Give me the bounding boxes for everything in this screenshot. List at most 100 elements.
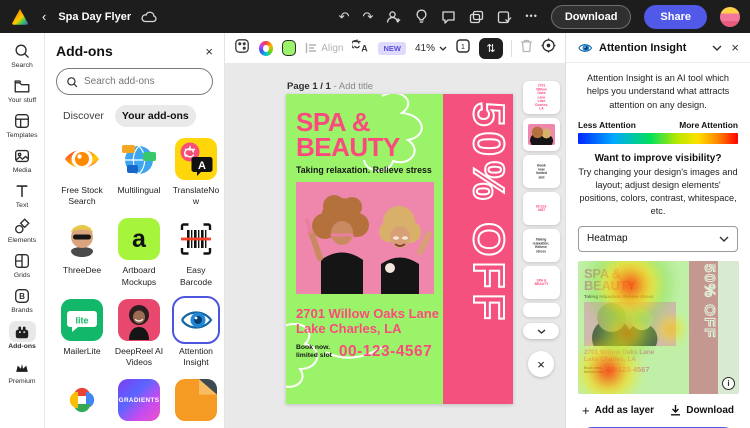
undo-icon[interactable]: ↶ bbox=[339, 10, 350, 23]
heatmap-blobs-overlay bbox=[578, 261, 739, 394]
app-tile-free-stock-search[interactable]: Free Stock Search bbox=[56, 138, 108, 207]
align-control[interactable]: Align bbox=[305, 42, 343, 54]
svg-text:A: A bbox=[198, 160, 206, 172]
sidebar-item-text[interactable]: Text bbox=[0, 177, 45, 212]
layer-thumbnail[interactable]: Taking relaxation. Relieve stress bbox=[523, 229, 560, 262]
flyer-booking-note: Book now. limited slot bbox=[296, 344, 332, 360]
add-ons-grid: Free Stock Search Multilingual bbox=[56, 138, 213, 428]
flyer-offer-text[interactable]: 50% OFF bbox=[443, 94, 513, 404]
insight-close-icon[interactable]: × bbox=[731, 40, 739, 55]
add-as-layer-button[interactable]: + Add as layer bbox=[582, 403, 654, 418]
plus-icon: + bbox=[582, 403, 590, 418]
svg-text:lite: lite bbox=[75, 315, 88, 325]
collapse-chevron-icon[interactable] bbox=[712, 45, 722, 51]
templates-icon bbox=[13, 111, 31, 131]
download-button[interactable]: Download bbox=[551, 5, 632, 29]
layer-thumbnail[interactable]: SPA & BEAUTY bbox=[523, 266, 560, 299]
sidebar-item-add-ons[interactable]: Add-ons bbox=[0, 317, 45, 353]
layer-thumbnail[interactable]: Book now. limited slot bbox=[523, 155, 560, 188]
app-tile-multilingual[interactable]: Multilingual bbox=[113, 138, 165, 207]
flyer-offer-section[interactable]: 50% OFF bbox=[443, 94, 513, 404]
sidebar-item-grids[interactable]: Grids bbox=[0, 247, 45, 282]
flyer-left-section[interactable]: SPA & BEAUTY Taking relaxation. Relieve … bbox=[286, 94, 443, 404]
mailerlite-icon: lite bbox=[61, 299, 103, 341]
zoom-control[interactable]: 41% bbox=[415, 43, 447, 54]
layer-thumbnail[interactable]: 2701 Willow Oaks Lane Lake Charles, LA bbox=[523, 81, 560, 114]
flyer-headline-line1[interactable]: SPA & bbox=[296, 110, 443, 135]
add-ons-panel: Add-ons × Discover Your add-ons bbox=[45, 33, 225, 428]
flyer-headline-line2[interactable]: BEAUTY bbox=[296, 135, 443, 160]
attention-insight-panel: Attention Insight × Attention Insight is… bbox=[565, 33, 750, 428]
fill-color-swatch[interactable] bbox=[282, 40, 297, 56]
user-avatar[interactable] bbox=[720, 7, 740, 27]
more-options-icon[interactable]: ••• bbox=[525, 12, 537, 21]
page-title-hint[interactable]: - Add title bbox=[333, 81, 373, 92]
brands-icon: B bbox=[13, 286, 31, 306]
ideas-lightbulb-icon[interactable] bbox=[415, 9, 428, 24]
heatmap-preview[interactable]: SPA & BEAUTY Taking relaxation. Relieve … bbox=[578, 261, 739, 394]
app-tile-attention-insight[interactable]: Attention Insight bbox=[170, 299, 222, 368]
redo-icon[interactable]: ↷ bbox=[363, 10, 374, 23]
new-badge: NEW bbox=[378, 42, 406, 55]
app-tile-deepreel[interactable]: DeepReel AI Videos bbox=[113, 299, 165, 368]
sidebar-item-templates[interactable]: Templates bbox=[0, 107, 45, 142]
sidebar-item-brands[interactable]: B Brands bbox=[0, 282, 45, 317]
multilingual-icon bbox=[118, 138, 160, 180]
share-button[interactable]: Share bbox=[644, 5, 707, 29]
sidebar-item-search[interactable]: Search bbox=[0, 37, 45, 72]
canvas-area: Align A NEW 41% 1 ⇅ bbox=[225, 33, 565, 428]
layers-scroll-down-button[interactable] bbox=[523, 323, 559, 339]
app-window: ‹ Spa Day Flyer ↶ ↷ bbox=[0, 0, 750, 428]
layers-close-button[interactable]: × bbox=[528, 351, 554, 377]
color-wheel-icon[interactable] bbox=[259, 41, 273, 56]
chevron-down-icon bbox=[537, 329, 546, 334]
layer-thumbnail[interactable]: 00-123-4567 bbox=[523, 192, 560, 225]
page-number-icon[interactable]: 1 bbox=[455, 38, 471, 59]
attention-insight-logo-icon bbox=[577, 40, 593, 56]
scale-label-more: More Attention bbox=[679, 120, 738, 130]
app-tile-threedee[interactable]: ThreeDee bbox=[56, 218, 108, 287]
app-tile-mailerlite[interactable]: lite MailerLite bbox=[56, 299, 108, 368]
free-stock-search-icon bbox=[61, 138, 103, 180]
flyer-subline[interactable]: Taking relaxation. Relieve stress bbox=[296, 165, 443, 175]
app-tile-artboard-mockups[interactable]: a Artboard Mockups bbox=[113, 218, 165, 287]
tab-discover[interactable]: Discover bbox=[56, 105, 111, 127]
add-ons-search[interactable] bbox=[56, 68, 213, 95]
app-tile-easy-barcode[interactable]: Easy Barcode bbox=[170, 218, 222, 287]
add-ons-search-input[interactable] bbox=[84, 76, 194, 87]
sidebar-item-elements[interactable]: Elements bbox=[0, 212, 45, 247]
flyer-photo[interactable] bbox=[296, 182, 434, 294]
app-tile-translatenow[interactable]: A TranslateNow bbox=[170, 138, 222, 207]
tab-your-add-ons[interactable]: Your add-ons bbox=[115, 105, 196, 127]
add-page-target-icon[interactable] bbox=[541, 38, 556, 58]
add-ons-panel-title: Add-ons bbox=[56, 43, 113, 59]
flyer-design[interactable]: SPA & BEAUTY Taking relaxation. Relieve … bbox=[286, 94, 513, 404]
shuffle-dice-icon[interactable] bbox=[234, 38, 250, 59]
app-tile-gradients[interactable]: GRADIENTS Gradients bbox=[113, 379, 165, 428]
info-icon[interactable]: i bbox=[722, 377, 735, 390]
sidebar-item-premium[interactable]: Premium bbox=[0, 353, 45, 388]
sidebar-item-your-stuff[interactable]: Your stuff bbox=[0, 72, 45, 107]
reorder-pages-button[interactable]: ⇅ bbox=[479, 38, 503, 59]
schedule-check-icon[interactable] bbox=[497, 10, 512, 24]
top-bar: ‹ Spa Day Flyer ↶ ↷ bbox=[0, 0, 750, 33]
heatmap-download-button[interactable]: Download bbox=[670, 403, 734, 418]
duplicates-icon[interactable] bbox=[469, 10, 484, 24]
folder-icon bbox=[13, 76, 31, 96]
sidebar-item-media[interactable]: Media bbox=[0, 142, 45, 177]
add-ons-close-icon[interactable]: × bbox=[205, 44, 213, 59]
layer-thumbnail[interactable] bbox=[523, 118, 560, 151]
download-icon bbox=[670, 404, 681, 416]
flyer-phone[interactable]: 00-123-4567 bbox=[339, 343, 432, 361]
view-mode-select[interactable]: Heatmap bbox=[578, 226, 738, 252]
back-button[interactable]: ‹ bbox=[40, 10, 48, 23]
app-tile-simple-booklet[interactable]: Simple Booklet bbox=[170, 379, 222, 428]
translate-text-icon[interactable]: A bbox=[352, 38, 369, 58]
invite-people-icon[interactable] bbox=[386, 10, 402, 24]
app-tile-google-photos[interactable]: Google Photos bbox=[56, 379, 108, 428]
comment-icon[interactable] bbox=[441, 10, 456, 24]
toolbar-divider bbox=[511, 40, 512, 57]
page-label[interactable]: Page 1 / 1 - Add title bbox=[287, 81, 373, 92]
trash-icon[interactable] bbox=[520, 39, 533, 58]
layer-thumbnail[interactable] bbox=[523, 303, 560, 317]
